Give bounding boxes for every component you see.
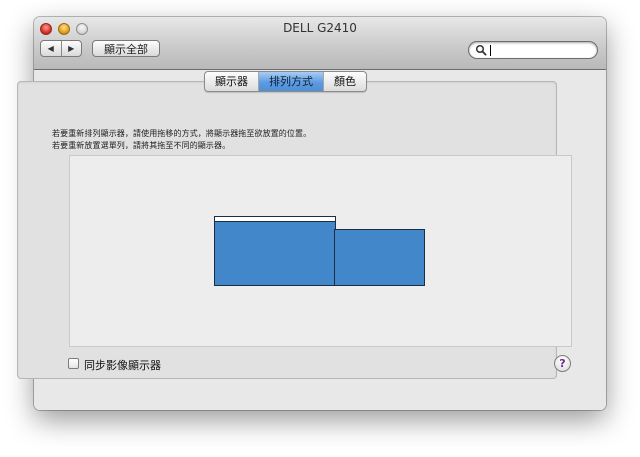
window-title: DELL G2410 [283, 21, 357, 35]
tab-display[interactable]: 顯示器 [205, 72, 259, 91]
help-button[interactable]: ? [554, 355, 571, 372]
search-icon [475, 44, 487, 56]
text-caret [490, 45, 491, 56]
show-all-button[interactable]: 顯示全部 [92, 40, 160, 57]
back-arrow-icon[interactable]: ◀ [41, 41, 62, 56]
mirror-displays-checkbox[interactable] [68, 358, 79, 369]
tab-bar: 顯示器 排列方式 顏色 [204, 71, 367, 92]
tab-arrangement[interactable]: 排列方式 [259, 72, 324, 91]
back-forward-control: ◀ ▶ [40, 40, 82, 57]
instruction-text-menubar: 若要重新放置選單列，請將其拖至不同的顯示器。 [52, 141, 231, 150]
forward-arrow-icon[interactable]: ▶ [62, 41, 82, 56]
mirror-displays-label[interactable]: 同步影像顯示器 [84, 357, 161, 373]
instruction-text-arrange: 若要重新排列顯示器，請使用拖移的方式，將顯示器拖至欲放置的位置。 [52, 129, 312, 138]
title-bar[interactable]: DELL G2410 ◀ ▶ 顯示全部 [34, 17, 606, 70]
primary-display[interactable] [214, 216, 336, 286]
menu-bar-indicator[interactable] [214, 216, 336, 222]
secondary-display[interactable] [334, 229, 425, 286]
tab-color[interactable]: 顏色 [324, 72, 366, 91]
search-field[interactable] [468, 41, 598, 59]
